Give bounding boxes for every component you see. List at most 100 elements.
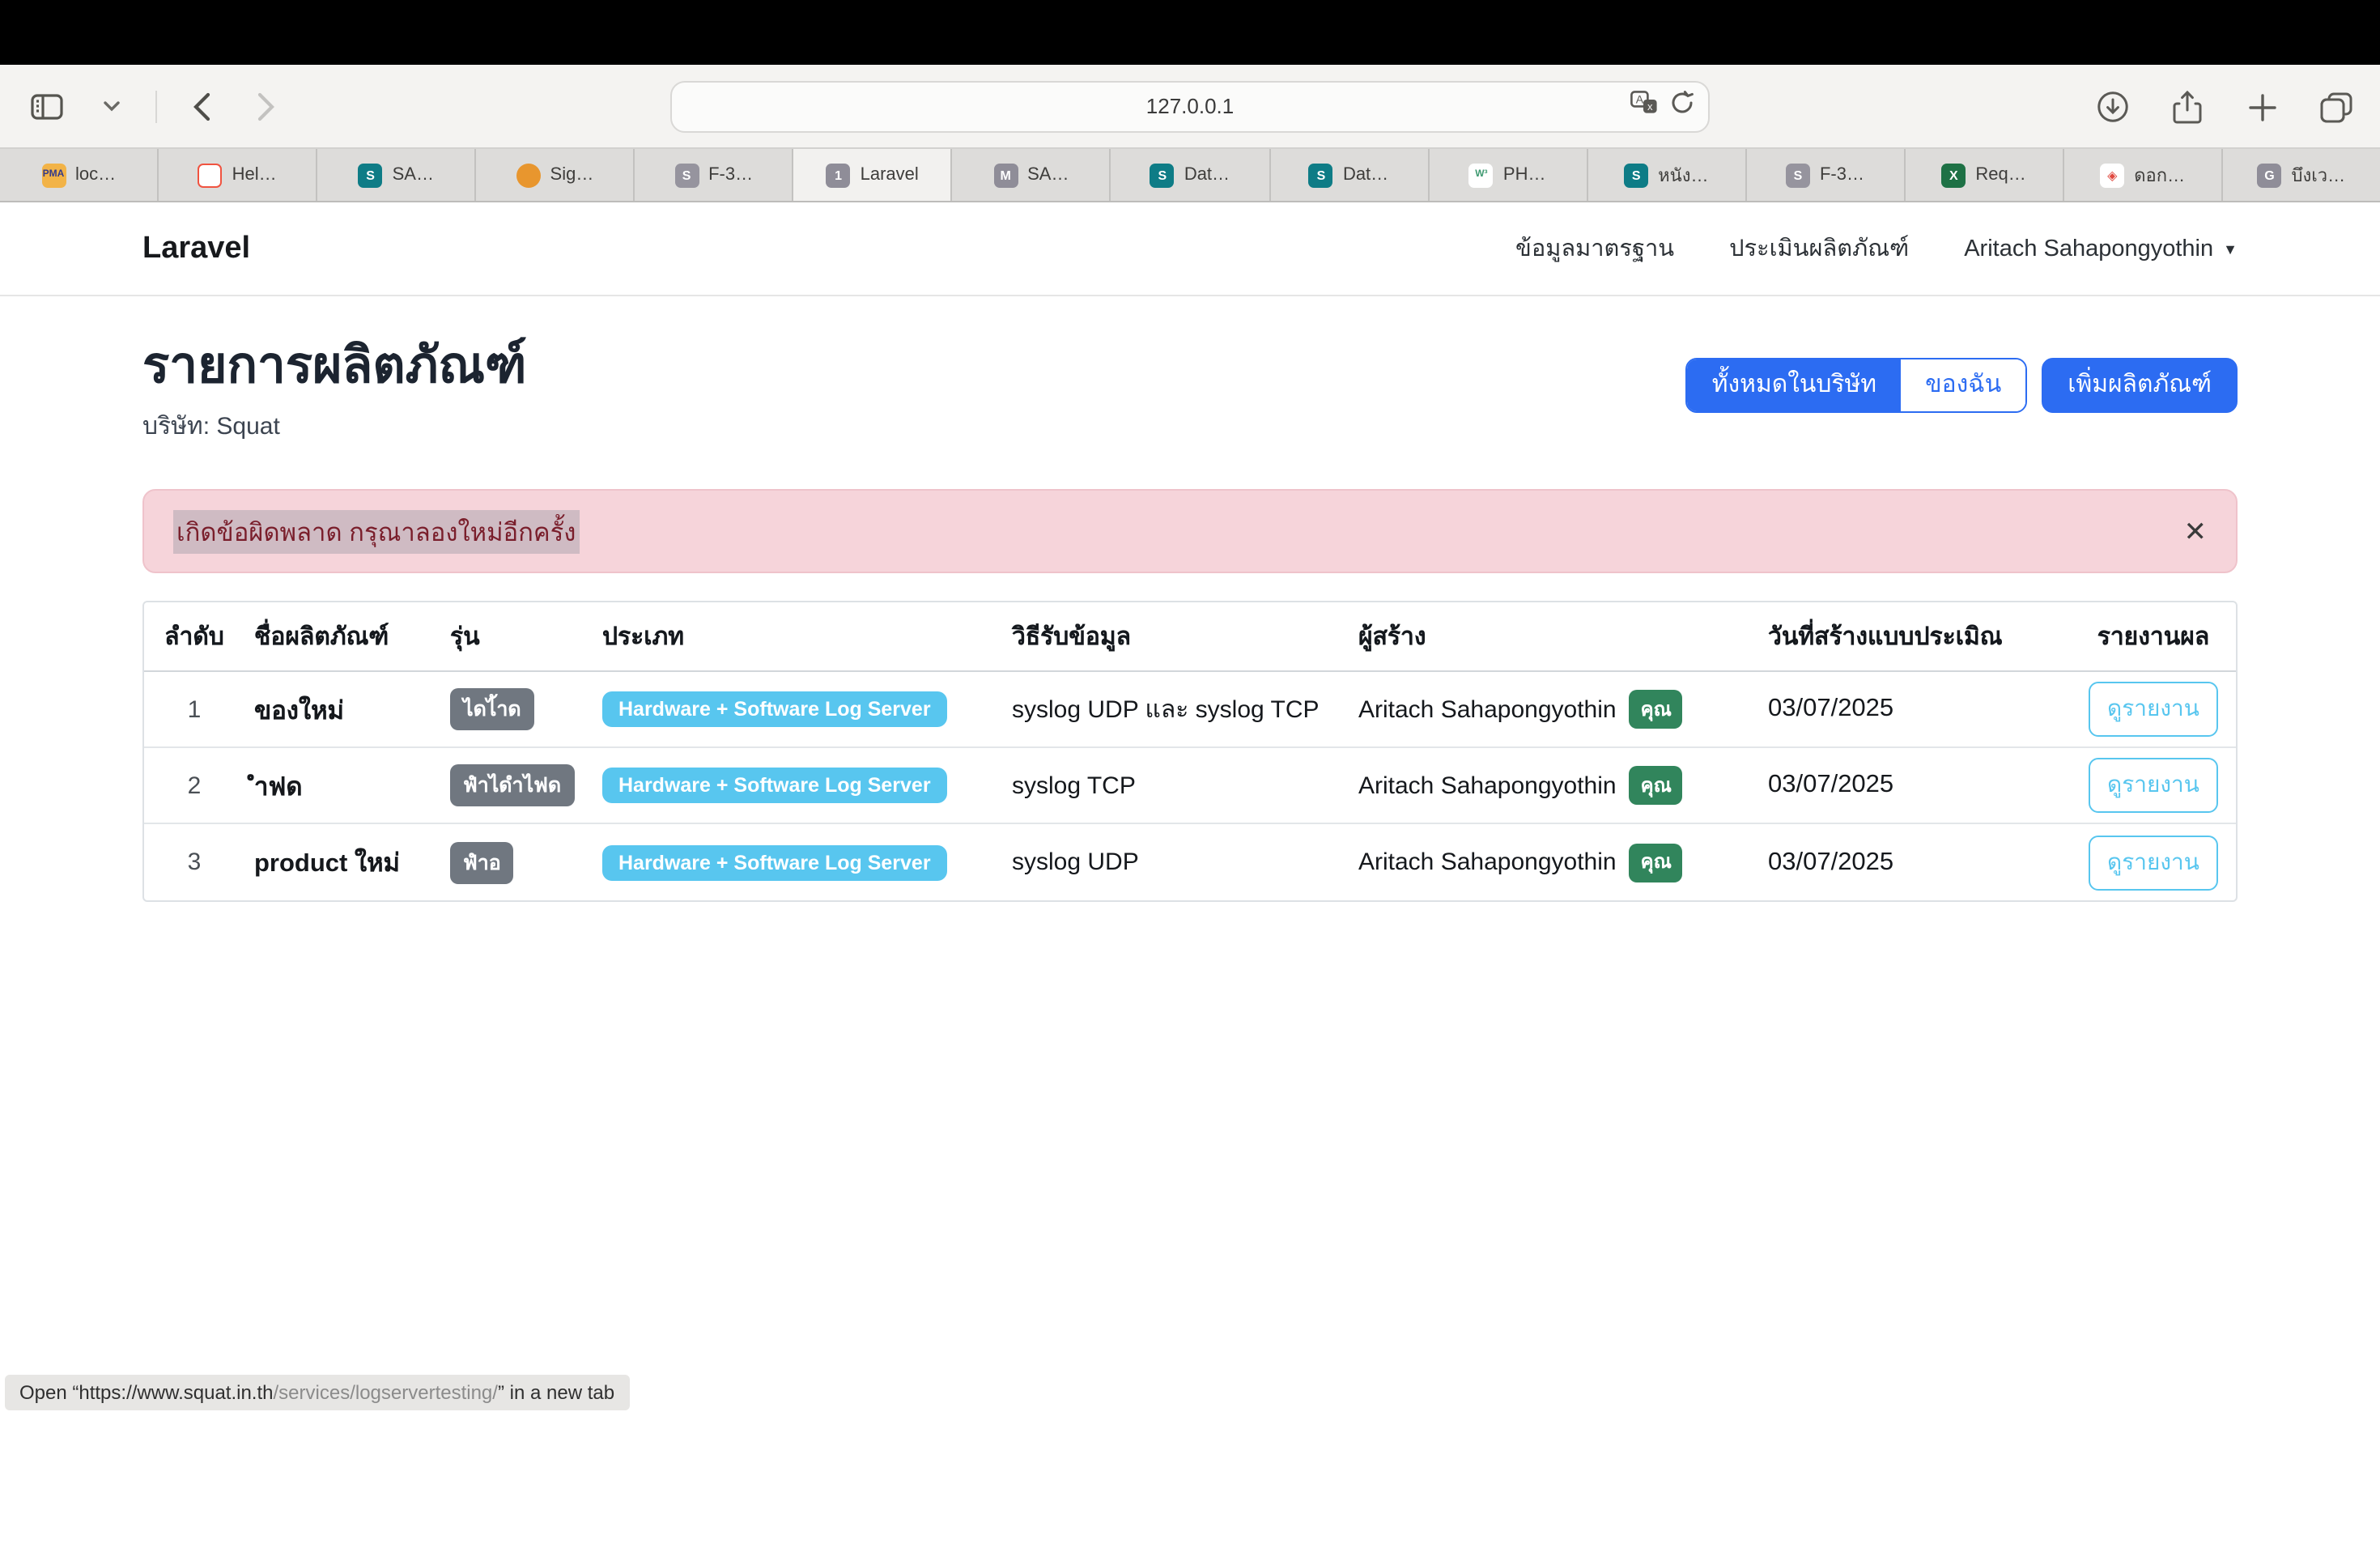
product-name: ำฟด [244, 765, 440, 806]
page-title: รายการผลิตภัณฑ์ [142, 335, 527, 395]
alert-close-icon[interactable]: ✕ [2184, 517, 2208, 545]
sidebar-toggle-icon[interactable] [26, 85, 68, 127]
sharepoint-favicon-icon: S [1309, 163, 1333, 187]
data-method: syslog UDP [1002, 848, 1349, 876]
table-header-row: ลำดับ ชื่อผลิตภัณฑ์ รุ่น ประเภท วิธีรับข… [144, 602, 2236, 672]
browser-tab[interactable]: PMA loc… [0, 149, 159, 201]
product-table: ลำดับ ชื่อผลิตภัณฑ์ รุ่น ประเภท วิธีรับข… [142, 601, 2238, 902]
data-method: syslog UDP และ syslog TCP [1002, 690, 1349, 729]
browser-tab[interactable]: S F-3… [635, 149, 794, 201]
back-button-icon[interactable] [180, 85, 222, 127]
svg-text:A: A [1636, 92, 1644, 105]
browser-tab[interactable]: G บึงเว… [2223, 149, 2380, 201]
browser-tab[interactable]: ◈ ดอก… [2064, 149, 2223, 201]
tab-label: Laravel [861, 165, 919, 185]
tab-label: F-3… [708, 165, 753, 185]
product-name: ของใหม่ [244, 689, 440, 729]
new-tab-icon[interactable] [2241, 86, 2283, 128]
you-badge: คุณ [1630, 766, 1683, 805]
browser-tab[interactable]: X Req… [1906, 149, 2064, 201]
svg-text:x: x [1647, 100, 1653, 112]
user-name: Aritach Sahapongyothin [1964, 236, 2213, 262]
browser-tab[interactable]: S F-3… [1746, 149, 1905, 201]
filter-mine-button[interactable]: ของฉัน [1901, 359, 2025, 411]
column-header-model: รุ่น [440, 617, 593, 656]
tab-label: Dat… [1343, 165, 1388, 185]
toolbar-divider [155, 90, 157, 122]
view-report-button[interactable]: ดูรายงาน [2088, 758, 2219, 813]
sharepoint-favicon-icon: S [1624, 163, 1648, 187]
table-row: 2 ำฟด ฟำไดำไฟด Hardware + Software Log S… [144, 748, 2236, 824]
browser-tab[interactable]: S Dat… [1270, 149, 1429, 201]
error-alert-message: เกิดข้อผิดพลาด กรุณาลองใหม่อีกครั้ง [173, 509, 579, 553]
signin-favicon-icon [516, 163, 541, 187]
browser-tab[interactable]: S Dat… [1111, 149, 1270, 201]
user-menu[interactable]: Aritach Sahapongyothin ▼ [1964, 236, 2238, 262]
link-status-tooltip: Open “https://www.squat.in.th/services/l… [5, 1375, 629, 1410]
url-text: 127.0.0.1 [1146, 94, 1234, 118]
model-badge: ฟำไดำไฟด [450, 764, 574, 806]
phpmyadmin-favicon-icon: PMA [41, 163, 66, 187]
view-report-button[interactable]: ดูรายงาน [2088, 835, 2219, 890]
table-row: 3 product ใหม่ ฟำอ Hardware + Software L… [144, 824, 2236, 900]
forward-button-icon[interactable] [244, 85, 287, 127]
tab-label: Dat… [1184, 165, 1230, 185]
add-product-button[interactable]: เพิ่มผลิตภัณฑ์ [2042, 358, 2238, 413]
w3schools-favicon-icon: W³ [1469, 163, 1494, 187]
row-index: 3 [144, 848, 244, 876]
tab-label: loc… [75, 165, 116, 185]
s-gray-favicon-icon: S [1786, 163, 1810, 187]
column-header-report: รายงานผล [2077, 617, 2229, 656]
tab-label: บึงเว… [2292, 160, 2346, 189]
brand-laravel[interactable]: Laravel [142, 231, 250, 266]
evaluation-date: 03/07/2025 [1750, 771, 2077, 800]
status-url-host: Open “https://www.squat.in.th [19, 1381, 274, 1404]
lotus-favicon-icon: ◈ [2100, 163, 2124, 187]
laravel-favicon-icon [198, 163, 223, 187]
sidebar-chevron-down-icon[interactable] [91, 85, 133, 127]
product-table-body: 1 ของใหม่ ไดไ้าด Hardware + Software Log… [144, 672, 2236, 900]
model-badge: ฟำอ [450, 841, 514, 883]
column-header-date: วันที่สร้างแบบประเมิณ [1750, 617, 2077, 656]
tab-label: PH… [1503, 165, 1546, 185]
sharepoint-favicon-icon: S [1150, 163, 1175, 187]
browser-tab[interactable]: Sig… [476, 149, 635, 201]
browser-toolbar: 127.0.0.1 Ax [0, 65, 2380, 149]
share-icon[interactable] [2166, 86, 2208, 128]
column-header-index: ลำดับ [144, 617, 244, 656]
s-gray-favicon-icon: S [674, 163, 699, 187]
browser-tab[interactable]: Hel… [159, 149, 317, 201]
filter-all-company-button[interactable]: ทั้งหมดในบริษัท [1688, 359, 1901, 411]
excel-favicon-icon: X [1941, 163, 1966, 187]
browser-tab[interactable]: S หนัง… [1587, 149, 1746, 201]
page-content: รายการผลิตภัณฑ์ บริษัท: Squat ทั้งหมดในบ… [0, 296, 2380, 1414]
status-url-path: /services/logservertesting/ [274, 1381, 498, 1404]
m-gray-favicon-icon: M [993, 163, 1018, 187]
view-report-button[interactable]: ดูรายงาน [2088, 682, 2219, 737]
browser-tab[interactable]: W³ PH… [1429, 149, 1587, 201]
column-header-name: ชื่อผลิตภัณฑ์ [244, 617, 440, 656]
browser-tab[interactable]: S SA… [317, 149, 476, 201]
address-bar[interactable]: 127.0.0.1 Ax [670, 80, 1710, 132]
you-badge: คุณ [1630, 843, 1683, 882]
type-badge: Hardware + Software Log Server [602, 691, 947, 727]
numbered-favicon-icon: 1 [827, 163, 851, 187]
caret-down-icon: ▼ [2223, 240, 2238, 257]
product-name: product ใหม่ [244, 842, 440, 882]
downloads-icon[interactable] [2092, 86, 2134, 128]
browser-tab[interactable]: M SA… [953, 149, 1111, 201]
reload-icon[interactable] [1671, 90, 1694, 122]
browser-window: 127.0.0.1 Ax [0, 0, 2380, 1548]
app-navbar: Laravel ข้อมูลมาตรฐาน ประเมินผลิตภัณฑ์ A… [0, 202, 2380, 296]
nav-link-standard-data[interactable]: ข้อมูลมาตรฐาน [1515, 230, 1674, 267]
tab-label: F-3… [1820, 165, 1864, 185]
nav-link-evaluate-product[interactable]: ประเมินผลิตภัณฑ์ [1729, 230, 1909, 267]
column-header-type: ประเภท [593, 617, 1002, 656]
column-header-creator: ผู้สร้าง [1349, 617, 1750, 656]
translate-icon[interactable]: Ax [1630, 90, 1658, 122]
browser-tab[interactable]: 1 Laravel [794, 149, 953, 201]
column-header-method: วิธีรับข้อมูล [1002, 617, 1349, 656]
tab-label: หนัง… [1658, 160, 1708, 189]
status-suffix: ” in a new tab [498, 1381, 614, 1404]
tab-overview-icon[interactable] [2315, 86, 2357, 128]
